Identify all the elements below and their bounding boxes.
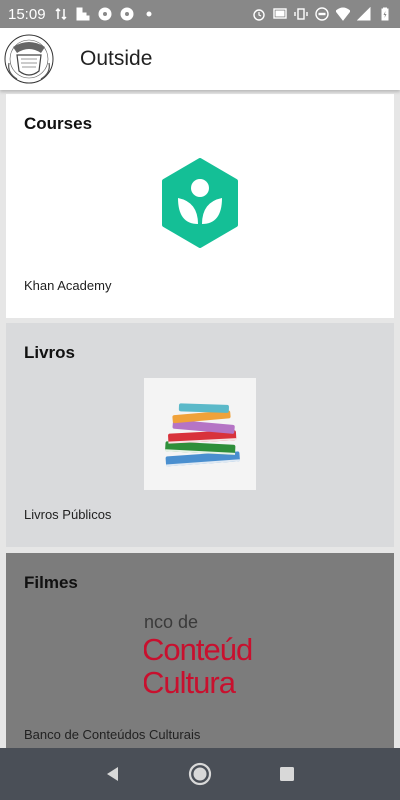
back-button[interactable]	[98, 759, 128, 789]
alarm-icon	[252, 7, 266, 21]
card-caption: Livros Públicos	[24, 507, 112, 522]
card-title: Courses	[24, 114, 93, 133]
home-icon	[188, 762, 212, 786]
data-transfer-icon	[54, 7, 68, 21]
battery-charging-icon	[378, 7, 392, 21]
course-card-livros-publicos[interactable]: Livros Livros Públicos	[6, 323, 394, 547]
dot-icon	[142, 7, 156, 21]
books-stack-icon	[144, 378, 256, 490]
banco-conteudos-culturais-logo: nco de Conteúd Cultura	[144, 610, 256, 710]
cast-icon	[273, 7, 287, 21]
status-bar: 15:09	[0, 0, 400, 28]
content-list[interactable]: Courses Khan Academy Livros Livros Públi…	[0, 90, 400, 748]
signal-bars-icon	[76, 7, 90, 21]
app-bar: Outside	[0, 28, 400, 90]
banco-logo-line-2: Conteúd	[144, 632, 253, 667]
aperture-icon	[98, 7, 112, 21]
card-caption: Khan Academy	[24, 278, 112, 293]
home-button[interactable]	[185, 759, 215, 789]
status-right-icons	[252, 7, 392, 21]
wifi-icon	[336, 7, 350, 21]
card-title: Livros	[24, 343, 76, 362]
banco-logo-line-3: Cultura	[144, 665, 236, 700]
vibrate-icon	[294, 7, 308, 21]
system-nav-bar	[0, 748, 400, 800]
page-title: Outside	[80, 47, 153, 70]
banco-logo-line-1: nco de	[144, 612, 199, 632]
recents-icon	[279, 767, 294, 781]
card-caption: Banco de Conteúdos Culturais	[24, 727, 201, 742]
cell-signal-icon	[357, 7, 371, 21]
back-icon	[107, 767, 119, 781]
course-card-khan-academy[interactable]: Courses Khan Academy	[6, 94, 394, 318]
khan-academy-logo-icon	[162, 158, 238, 248]
recents-button[interactable]	[272, 759, 302, 789]
seal-logo-icon[interactable]	[3, 33, 55, 85]
status-left-icons	[54, 7, 156, 21]
aperture-icon	[120, 7, 134, 21]
card-title: Filmes	[24, 573, 78, 592]
status-time: 15:09	[8, 5, 46, 23]
course-card-banco-conteudos[interactable]: Filmes nco de Conteúd Cultura Banco de C…	[6, 553, 394, 748]
do-not-disturb-icon	[315, 7, 329, 21]
